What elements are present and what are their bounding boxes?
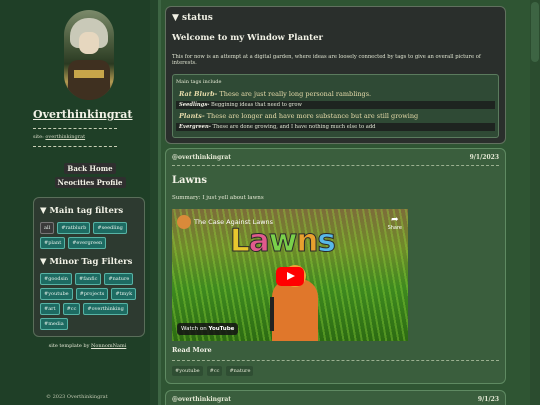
post-header: @overthinkingrat 9/1/23 [172,396,499,405]
share-button[interactable]: ➦ Share [388,215,402,231]
thumbnail-figure [270,265,318,341]
scrollbar[interactable] [530,0,540,405]
tag-info-evergreen: Evergreen- These are done growing, and I… [176,123,495,131]
post-header: @overthinkingrat 9/1/2023 [172,154,499,166]
avatar [64,10,114,100]
video-thumbnail-text: Lawns [230,223,337,260]
post-date: 9/1/2023 [469,154,499,161]
post-tags: #youtube #cc #nature [172,366,499,376]
tag-filter-plant[interactable]: #plant [40,237,66,249]
tag-filter-nature[interactable]: #nature [104,273,134,285]
tag-filter-seedling[interactable]: #seedling [93,222,127,234]
template-credit: site template by NonnomNami [48,343,127,349]
sidebar: Overthinkingrat site: overthinkingrat Ba… [0,0,150,405]
youtube-embed[interactable]: The Case Against Lawns ➦ Share Lawns Watc… [172,209,408,341]
post-card: @overthinkingrat 9/1/23 [165,390,506,405]
copyright: © 2023 Overthinkingrat [46,394,108,400]
post-tag-nature[interactable]: #nature [226,366,254,376]
template-author-link[interactable]: NonnomNami [91,343,126,349]
post-tag-cc[interactable]: #cc [206,366,223,376]
post-card: @overthinkingrat 9/1/2023 Lawns Summary:… [165,148,506,384]
tag-filter-media[interactable]: #media [40,318,68,330]
tag-filter-youtube[interactable]: #youtube [40,288,73,300]
tag-filter-all[interactable]: all [40,222,55,234]
read-more-link[interactable]: Read More [172,346,499,354]
minor-tag-list: #goodsin #fanfic #nature #youtube #proje… [40,273,138,330]
share-icon: ➦ [391,215,399,225]
tag-filter-goodsin[interactable]: #goodsin [40,273,72,285]
tag-info-seedlings: Seedlings- Beggining ideas that need to … [176,101,495,109]
main-feed: ▼ status Welcome to my Window Planter Th… [158,0,540,405]
tag-filter-ratblurb[interactable]: #ratblurb [57,222,91,234]
minor-tag-filters-heading[interactable]: ▼ Minor Tag Filters [40,257,138,267]
tag-filter-cc[interactable]: #cc [62,303,81,315]
main-tags-heading: Main tags include [176,79,222,85]
divider [33,128,117,129]
post-summary: Summary: I just yell about lawns [172,195,264,201]
tag-info-plants: Plants- These are longer and have more s… [179,112,419,120]
tag-filter-tmyk[interactable]: #tmyk [111,288,137,300]
tag-filter-fanfic[interactable]: #fanfic [75,273,102,285]
main-tag-filters-heading[interactable]: ▼ Main tag filters [40,206,138,216]
post-tag-youtube[interactable]: #youtube [172,366,203,376]
divider [33,146,117,147]
neocities-profile-link[interactable]: Neocities Profile [0,177,180,188]
scrollbar-thumb[interactable] [531,2,539,62]
play-icon[interactable] [276,267,304,286]
main-tag-list: all #ratblurb #seedling #plant #evergree… [40,222,138,249]
tag-filter-overthinking[interactable]: #overthinking [83,303,128,315]
back-home-link[interactable]: Back Home [0,163,180,174]
site-title[interactable]: Overthinkingrat [33,108,133,121]
watch-on-youtube-button[interactable]: Watch on YouTube [177,323,239,335]
post-author: @overthinkingrat [172,396,232,403]
tag-filter-panel: ▼ Main tag filters all #ratblurb #seedli… [33,197,145,337]
post-author: @overthinkingrat [172,154,232,161]
status-title: Welcome to my Window Planter [172,33,323,43]
tag-filter-evergreen[interactable]: #evergreen [68,237,107,249]
tag-filter-art[interactable]: #art [40,303,60,315]
post-title: Lawns [172,175,208,186]
divider [172,360,499,361]
site-link[interactable]: overthinkingrat [45,134,85,140]
tag-info-rat-blurb: Rat Blurb- These are just really long pe… [179,90,372,98]
post-date: 9/1/23 [477,396,499,403]
tag-filter-projects[interactable]: #projects [75,288,109,300]
main-tags-info: Main tags include Rat Blurb- These are j… [172,74,499,138]
channel-avatar[interactable] [177,215,191,229]
status-heading[interactable]: ▼ status [172,13,499,23]
status-panel: ▼ status Welcome to my Window Planter Th… [165,6,506,144]
site-subtitle: site: overthinkingrat [33,134,86,140]
status-intro: This for now is an attempt at a digital … [172,54,481,66]
